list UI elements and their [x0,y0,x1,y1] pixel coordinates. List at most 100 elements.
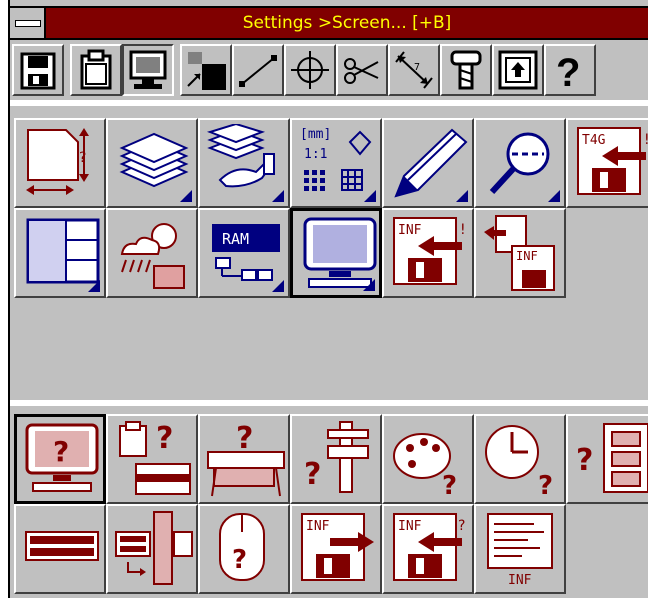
svg-text:!: ! [460,222,466,238]
mouse-help-button[interactable]: ? [198,504,290,594]
submenu-indicator [88,280,100,292]
palette-help-button[interactable]: ? [382,414,474,504]
plotter-help-icon: ? [207,421,285,497]
settings-window: Settings >Screen... [+B] 7 ? ? [mm] 1:1 … [8,0,648,598]
svg-text:INF: INF [398,223,422,238]
svg-text:?: ? [458,518,465,534]
submenu-indicator [180,190,192,202]
monitor-help-icon: ? [25,423,99,492]
toolbar-dimension-button[interactable]: 7 [388,44,440,96]
zoom-button[interactable] [474,118,566,208]
svg-text:INF: INF [516,249,538,263]
page-size-icon: ? [26,128,89,195]
submenu-indicator [272,280,284,292]
screen-settings-button[interactable] [290,208,382,298]
snap-grid-icon [187,52,226,90]
inf-door-disk-icon: INF [484,215,555,291]
toolbar-bolt-button[interactable] [440,44,492,96]
pencil-button[interactable] [382,118,474,208]
caliper-help-icon: ? [304,421,369,493]
film-help-button[interactable]: ? [566,414,648,504]
caliper-help-button[interactable]: ? [290,414,382,504]
inf-open-button[interactable]: INF [474,208,566,298]
inf-help-button[interactable]: INF? [382,504,474,594]
svg-text:!: ! [644,132,648,148]
inf-disk-import-icon: INF! [393,217,466,285]
page-size-button[interactable]: ? [14,118,106,208]
separator [10,400,648,406]
title-bar: Settings >Screen... [+B] [10,6,648,40]
inf-document-button[interactable]: INF [474,504,566,594]
save-disk-icon [20,52,56,90]
keyboard-transfer-icon [115,511,193,585]
toolbar: 7 ? [10,40,648,100]
toolbar-clipboard-button[interactable] [70,44,122,96]
plotter-help-button[interactable]: ? [198,414,290,504]
svg-text:RAM: RAM [222,230,249,248]
clipboard-icon [80,49,112,90]
submenu-indicator [548,190,560,202]
units-scale-button[interactable]: [mm] 1:1 [290,118,382,208]
palette-help-icon: ? [393,433,457,500]
svg-text:?: ? [236,421,253,456]
toolbar-frame-button[interactable] [492,44,544,96]
svg-text:?: ? [304,457,321,492]
svg-text:INF: INF [508,573,532,588]
svg-text:INF: INF [398,519,422,534]
inf-import-button[interactable]: INF! [382,208,474,298]
inf-document-icon: INF [487,513,553,588]
environment-button[interactable] [106,208,198,298]
t4g-import-button[interactable]: T4G! [566,118,648,208]
inf-disk-export-icon: INF [301,513,374,581]
printer-help-button[interactable]: ? [106,414,198,504]
submenu-indicator [272,190,284,202]
svg-text:INF: INF [306,519,330,534]
toolbar-line-button[interactable] [232,44,284,96]
submenu-indicator [364,190,376,202]
keyboard-transfer-button[interactable] [106,504,198,594]
monitor-help-button[interactable]: ? [14,414,106,504]
svg-text:[mm]: [mm] [300,127,331,142]
toolbar-point-button[interactable] [284,44,336,96]
line-icon [239,55,277,87]
svg-text:?: ? [79,150,86,166]
weather-icon [120,223,185,289]
frame-upload-icon [498,50,538,90]
svg-text:?: ? [576,443,593,478]
memory-button[interactable]: RAM [198,208,290,298]
submenu-indicator [456,190,468,202]
svg-text:?: ? [53,435,69,468]
toolbar-help-button[interactable]: ? [544,44,596,96]
window-layout-button[interactable] [14,208,106,298]
svg-text:T4G: T4G [582,133,606,148]
svg-text:?: ? [442,471,457,500]
toolbar-save-button[interactable] [12,44,64,96]
layer-select-button[interactable] [198,118,290,208]
crosshair-icon [291,51,329,89]
film-help-icon: ? [576,423,648,493]
svg-text:?: ? [232,545,247,575]
scissors-icon [344,58,379,84]
separator [10,100,648,106]
toolbar-cut-button[interactable] [336,44,388,96]
system-menu-button[interactable] [10,8,46,38]
help-question-icon: ? [556,51,580,92]
svg-text:?: ? [556,51,580,92]
svg-text:1:1: 1:1 [304,147,327,162]
system-menu-icon [15,20,41,27]
submenu-indicator [363,279,375,291]
inf-export-button[interactable]: INF [290,504,382,594]
bolt-icon [450,50,482,90]
layers-button[interactable] [106,118,198,208]
toolbar-snap-button[interactable] [180,44,232,96]
mouse-help-icon: ? [219,513,265,581]
svg-text:?: ? [156,421,173,456]
window-title: Settings >Screen... [+B] [242,13,452,33]
keyboard-button[interactable] [14,504,106,594]
toolbar-screen-button[interactable] [122,44,174,96]
clock-help-button[interactable]: ? [474,414,566,504]
clock-help-icon: ? [485,425,553,500]
svg-text:7: 7 [414,62,420,73]
t4g-disk-icon: T4G! [577,127,648,195]
monitor-icon [129,50,167,89]
